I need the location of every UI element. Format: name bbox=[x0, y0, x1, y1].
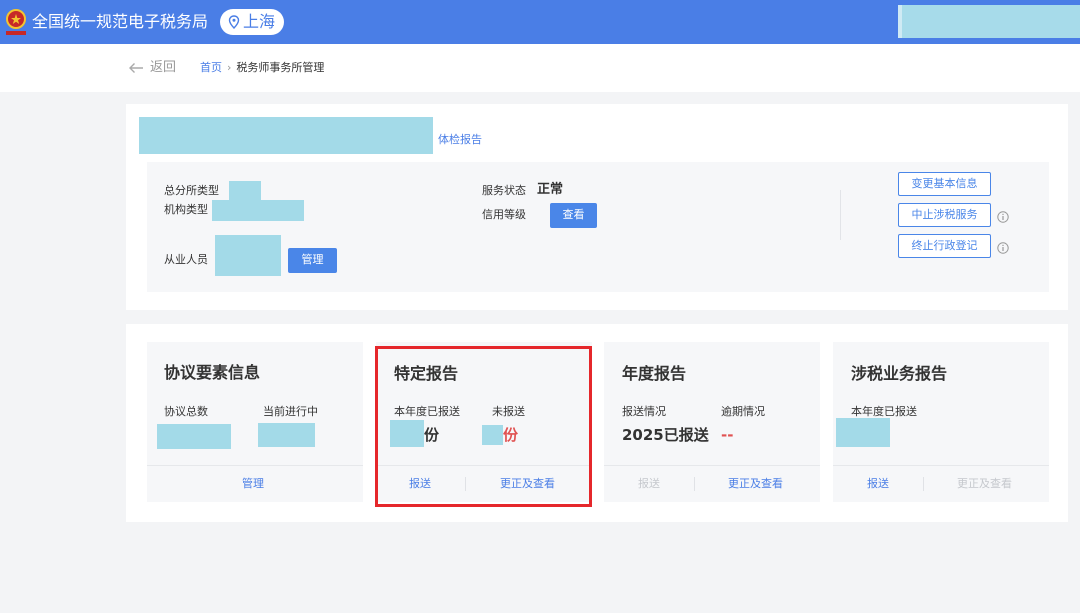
info-icon[interactable] bbox=[997, 242, 1009, 254]
agreement-in-progress-label: 当前进行中 bbox=[263, 405, 318, 418]
card-divider bbox=[604, 465, 820, 466]
breadcrumb-home[interactable]: 首页 bbox=[200, 61, 222, 74]
breadcrumb: 首页 › 税务师事务所管理 bbox=[200, 60, 324, 76]
link-divider bbox=[694, 477, 695, 491]
agreement-manage-link[interactable]: 管理 bbox=[242, 476, 264, 492]
annual-status-value: 2025已报送 bbox=[622, 426, 709, 444]
card-divider bbox=[833, 465, 1049, 466]
top-bar: 全国统一规范电子税务局 上海 bbox=[0, 0, 1080, 44]
annual-overdue-value: -- bbox=[721, 426, 734, 444]
link-divider bbox=[923, 477, 924, 491]
divider bbox=[840, 190, 841, 240]
card-divider bbox=[147, 465, 363, 466]
tax-reported-label: 本年度已报送 bbox=[851, 405, 917, 418]
branch-type-value-redacted bbox=[229, 181, 261, 202]
agreement-total-label: 协议总数 bbox=[164, 405, 208, 418]
staff-count-redacted bbox=[215, 235, 281, 276]
credit-view-button[interactable]: 查看 bbox=[550, 203, 597, 228]
annual-report-title: 年度报告 bbox=[622, 364, 687, 383]
tax-report-title: 涉税业务报告 bbox=[851, 364, 948, 383]
annual-overdue-label: 逾期情况 bbox=[721, 405, 765, 418]
national-emblem-icon bbox=[6, 9, 26, 35]
staff-manage-button[interactable]: 管理 bbox=[288, 248, 337, 273]
terminate-registration-button[interactable]: 终止行政登记 bbox=[898, 234, 991, 258]
firm-name-redacted bbox=[139, 117, 433, 154]
region-selector[interactable]: 上海 bbox=[220, 9, 285, 35]
annual-submit-link[interactable]: 报送 bbox=[638, 476, 660, 492]
annual-status-label: 报送情况 bbox=[622, 405, 666, 418]
user-info-redacted[interactable] bbox=[898, 5, 1080, 38]
branch-type-label: 总分所类型 bbox=[164, 184, 219, 197]
annual-correct-link[interactable]: 更正及查看 bbox=[728, 476, 783, 492]
tax-submit-link[interactable]: 报送 bbox=[867, 476, 889, 492]
breadcrumb-current: 税务师事务所管理 bbox=[236, 61, 325, 74]
staff-label: 从业人员 bbox=[164, 253, 208, 266]
service-status-label: 服务状态 bbox=[482, 184, 526, 197]
org-type-label: 机构类型 bbox=[164, 203, 208, 216]
agreement-in-progress-redacted bbox=[258, 423, 315, 447]
back-button[interactable]: 返回 bbox=[128, 59, 176, 77]
tax-correct-link[interactable]: 更正及查看 bbox=[957, 476, 1012, 492]
info-icon[interactable] bbox=[997, 211, 1009, 223]
service-status-value: 正常 bbox=[537, 182, 564, 197]
health-report-link[interactable]: 体检报告 bbox=[438, 132, 482, 148]
change-info-button[interactable]: 变更基本信息 bbox=[898, 172, 991, 196]
tax-reported-count-redacted bbox=[836, 418, 890, 447]
back-label: 返回 bbox=[150, 60, 177, 75]
credit-level-label: 信用等级 bbox=[482, 208, 526, 221]
arrow-left-icon bbox=[129, 63, 143, 73]
breadcrumb-bar: 返回 首页 › 税务师事务所管理 bbox=[0, 44, 1080, 92]
agreement-total-redacted bbox=[157, 424, 231, 449]
highlight-frame bbox=[375, 346, 592, 507]
app-title: 全国统一规范电子税务局 bbox=[32, 12, 209, 31]
suspend-service-button[interactable]: 中止涉税服务 bbox=[898, 203, 991, 227]
org-type-value-redacted bbox=[212, 200, 304, 221]
agreement-card-title: 协议要素信息 bbox=[164, 363, 261, 382]
location-pin-icon bbox=[228, 15, 240, 29]
region-label: 上海 bbox=[243, 12, 276, 31]
breadcrumb-separator: › bbox=[227, 61, 232, 74]
